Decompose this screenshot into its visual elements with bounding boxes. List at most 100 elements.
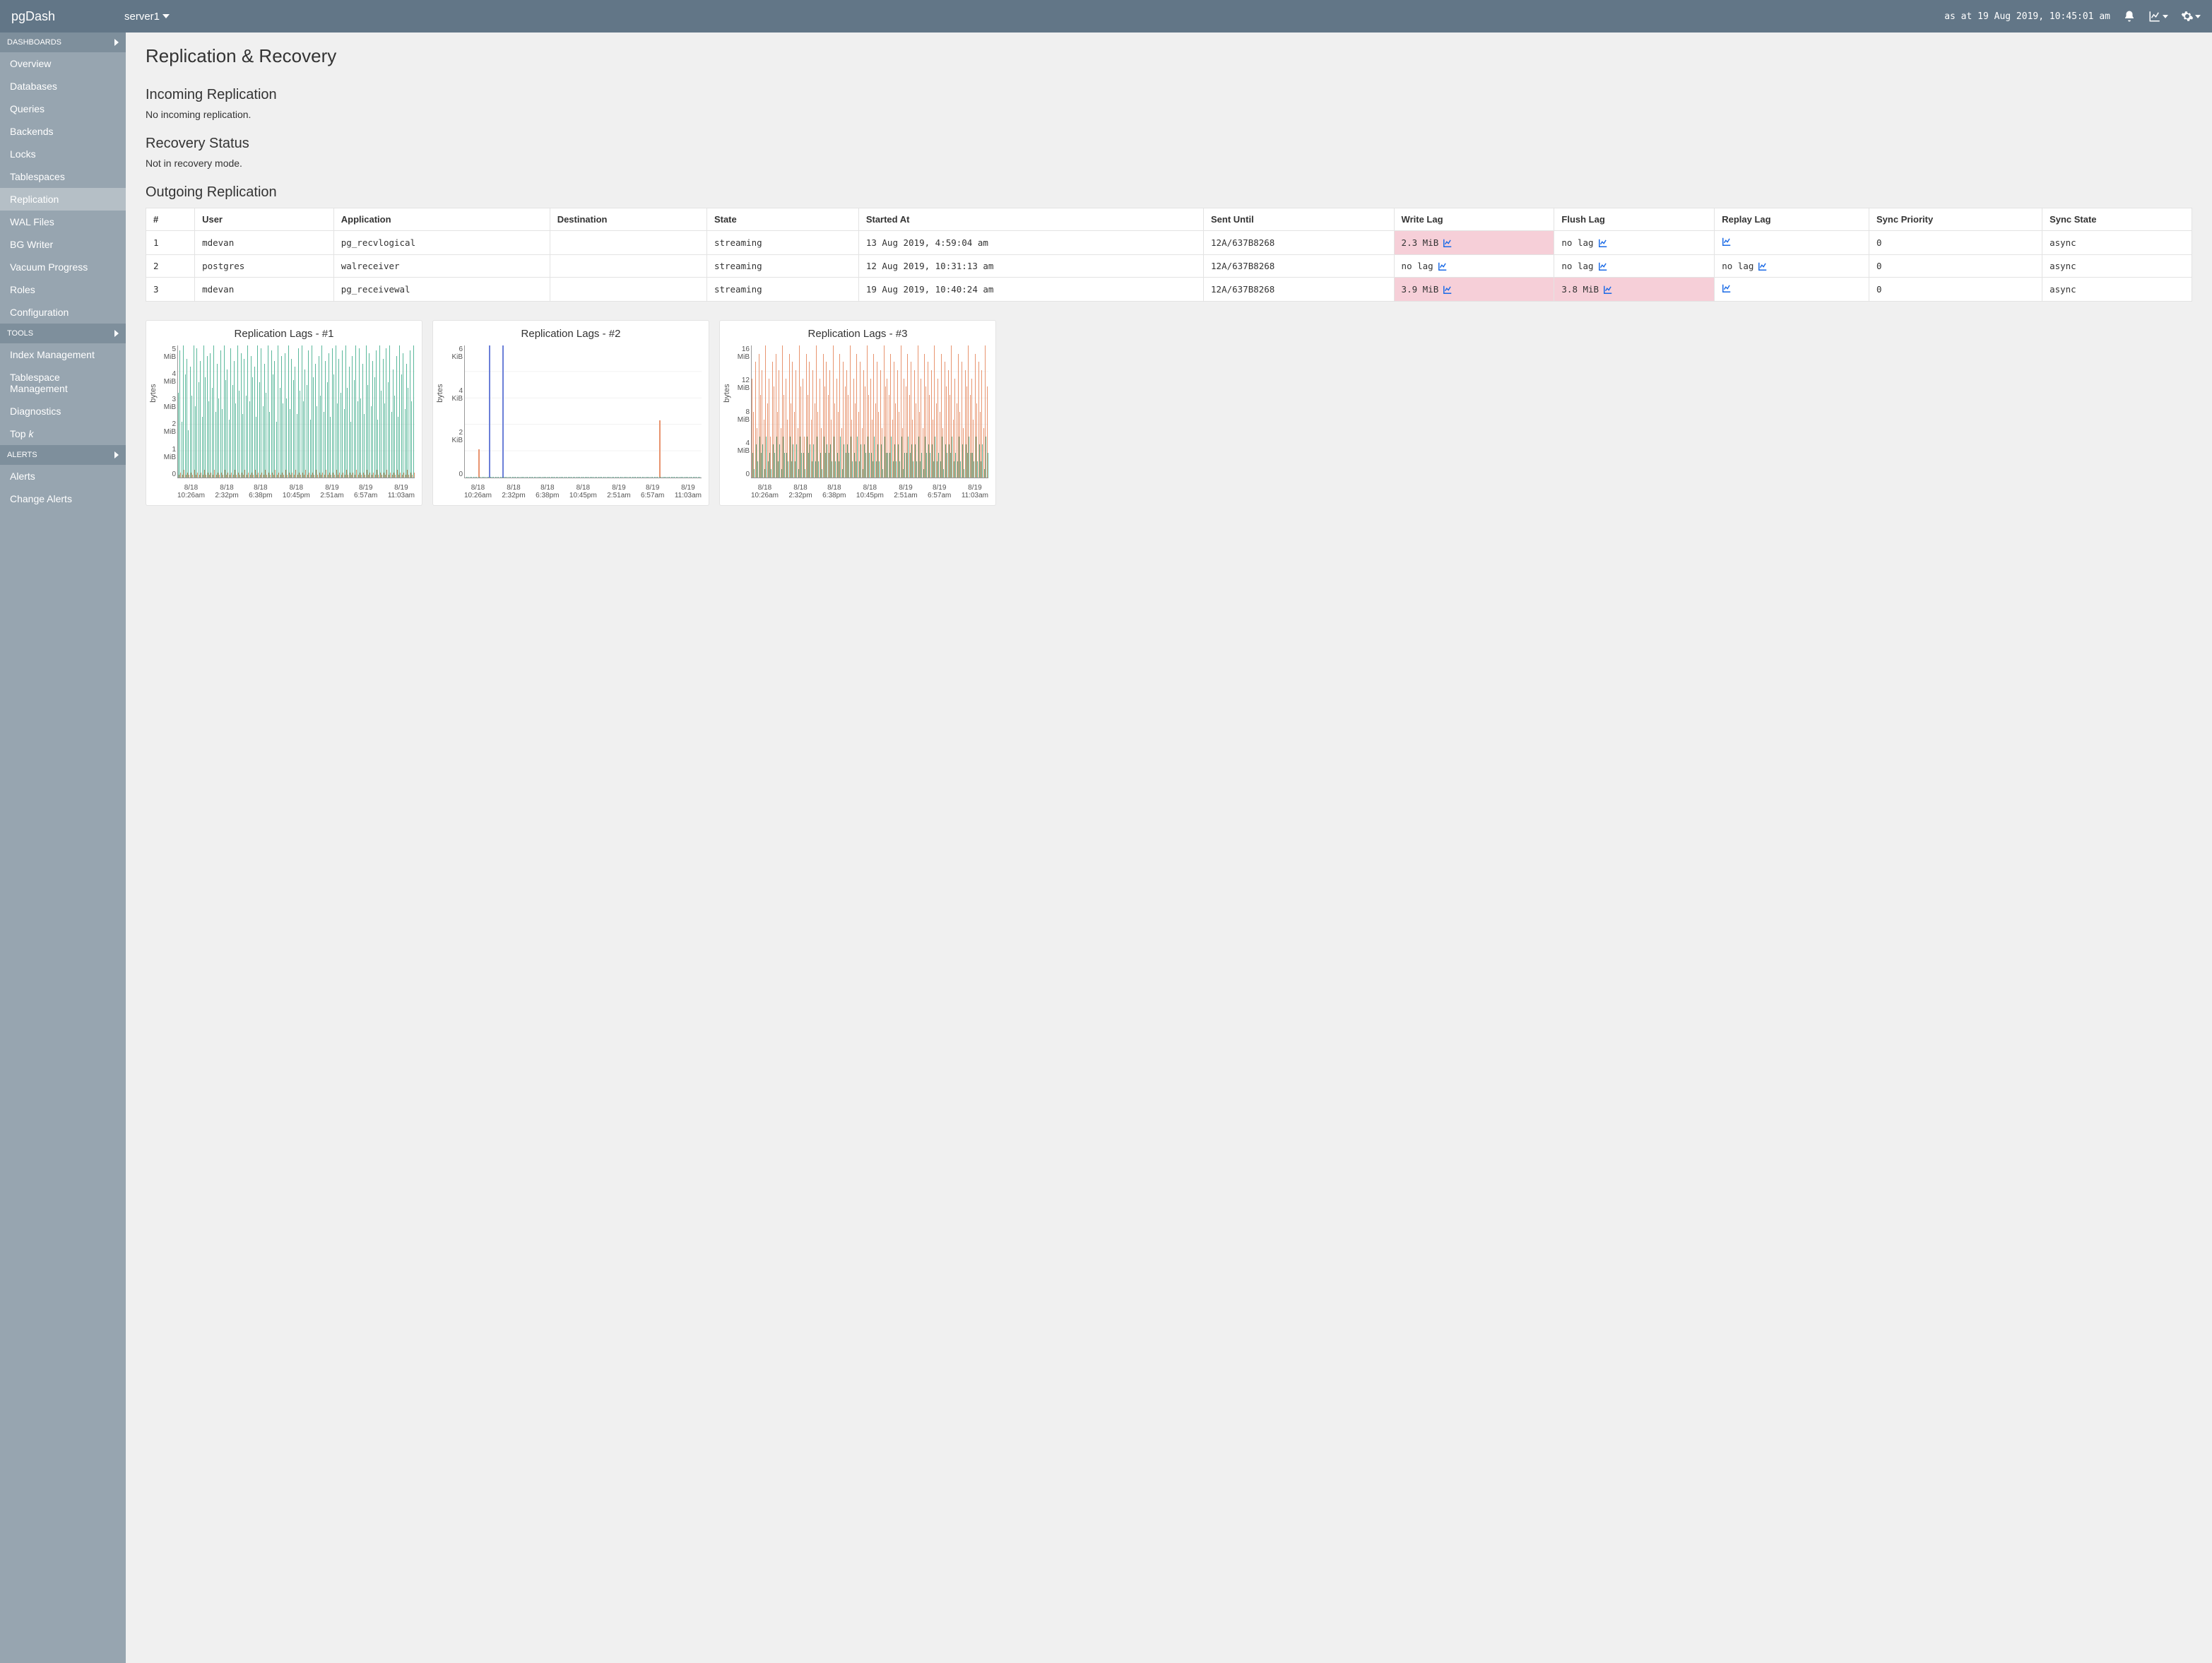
recovery-text: Not in recovery mode. [146, 158, 2192, 169]
sidebar-item[interactable]: Roles [0, 278, 126, 301]
lag-cell: no lag [1394, 255, 1554, 278]
chart-line-icon[interactable] [1758, 261, 1768, 271]
chart-line-icon[interactable] [1603, 285, 1613, 295]
sidebar-section-head[interactable]: ALERTS [0, 445, 126, 465]
table-cell: async [2042, 278, 2192, 302]
sidebar-section-head[interactable]: TOOLS [0, 324, 126, 343]
incoming-heading: Incoming Replication [146, 87, 2192, 103]
table-cell: 19 Aug 2019, 10:40:24 am [858, 278, 1203, 302]
lag-value: 3.8 MiB [1561, 284, 1599, 295]
chart-card: Replication Lags - #1bytes5MiB4MiB3MiB2M… [146, 320, 422, 506]
chart-card: Replication Lags - #3bytes16MiB12MiB8MiB… [719, 320, 996, 506]
server-select[interactable]: server1 [124, 11, 170, 23]
table-cell: 0 [1869, 278, 2042, 302]
chart-card: Replication Lags - #2bytes6KiB4KiB2KiB08… [432, 320, 709, 506]
table-cell [550, 255, 706, 278]
sidebar-section-head[interactable]: DASHBOARDS [0, 32, 126, 52]
sidebar-item[interactable]: Locks [0, 143, 126, 165]
table-cell: streaming [706, 278, 858, 302]
sidebar-item[interactable]: Index Management [0, 343, 126, 366]
table-row: 1mdevanpg_recvlogicalstreaming13 Aug 201… [146, 231, 2192, 255]
table-cell: async [2042, 231, 2192, 255]
table-cell: pg_receivewal [333, 278, 550, 302]
table-cell: 12A/637B8268 [1204, 278, 1395, 302]
table-header: Sync State [2042, 208, 2192, 231]
table-cell: 0 [1869, 255, 2042, 278]
chart-yticks: 16MiB12MiB8MiB4MiB0 [727, 345, 750, 478]
table-cell: streaming [706, 231, 858, 255]
lag-value: no lag [1561, 237, 1593, 248]
chevron-right-icon [114, 330, 119, 337]
table-cell: postgres [195, 255, 334, 278]
table-cell: 12 Aug 2019, 10:31:13 am [858, 255, 1203, 278]
table-row: 3mdevanpg_receivewalstreaming19 Aug 2019… [146, 278, 2192, 302]
sidebar-item[interactable]: Change Alerts [0, 487, 126, 510]
chart-xticks: 8/1810:26am8/182:32pm8/186:38pm8/1810:45… [433, 483, 709, 505]
table-cell: mdevan [195, 278, 334, 302]
topbar-right: as at 19 Aug 2019, 10:45:01 am [1944, 10, 2201, 23]
table-cell: 12A/637B8268 [1204, 255, 1395, 278]
table-cell: 0 [1869, 231, 2042, 255]
chart-line-icon[interactable] [1443, 238, 1453, 248]
chart-xticks: 8/1810:26am8/182:32pm8/186:38pm8/1810:45… [720, 483, 995, 505]
table-header: Replay Lag [1715, 208, 1869, 231]
lag-cell: 3.9 MiB [1394, 278, 1554, 302]
lag-value: 3.9 MiB [1402, 284, 1439, 295]
chart-body: bytes16MiB12MiB8MiB4MiB0 [720, 341, 995, 483]
table-cell: 12A/637B8268 [1204, 231, 1395, 255]
brand: pgDash [11, 9, 124, 24]
sidebar-item[interactable]: WAL Files [0, 211, 126, 233]
gear-icon[interactable] [2181, 10, 2201, 23]
table-header: Sent Until [1204, 208, 1395, 231]
lag-cell: no lag [1715, 255, 1869, 278]
chevron-right-icon [114, 39, 119, 46]
caret-down-icon [2195, 15, 2201, 18]
chart-grid: Replication Lags - #1bytes5MiB4MiB3MiB2M… [146, 320, 2192, 506]
sidebar-item[interactable]: Replication [0, 188, 126, 211]
chart-plot [464, 345, 702, 478]
sidebar-item[interactable]: Backends [0, 120, 126, 143]
lag-value: 2.3 MiB [1402, 237, 1439, 248]
sidebar-item[interactable]: Vacuum Progress [0, 256, 126, 278]
sidebar-item[interactable]: Tablespaces [0, 165, 126, 188]
chart-line-icon[interactable] [1598, 238, 1608, 248]
lag-value: no lag [1561, 261, 1593, 271]
sidebar-item[interactable]: Overview [0, 52, 126, 75]
table-cell: pg_recvlogical [333, 231, 550, 255]
bell-icon[interactable] [2123, 10, 2136, 23]
sidebar-section-label: DASHBOARDS [7, 38, 61, 47]
sidebar-item[interactable]: Queries [0, 97, 126, 120]
sidebar-item[interactable]: Databases [0, 75, 126, 97]
lag-cell [1715, 278, 1869, 302]
chart-yticks: 6KiB4KiB2KiB0 [440, 345, 463, 478]
table-cell: 2 [146, 255, 195, 278]
lag-value: no lag [1722, 261, 1753, 271]
sidebar-section-label: TOOLS [7, 329, 33, 338]
sidebar-item[interactable]: Diagnostics [0, 400, 126, 422]
sidebar-item[interactable]: Tablespace Management [0, 366, 126, 400]
chart-body: bytes6KiB4KiB2KiB0 [433, 341, 709, 483]
chart-body: bytes5MiB4MiB3MiB2MiB1MiB0 [146, 341, 422, 483]
sidebar-item[interactable]: Top k [0, 422, 126, 445]
lag-cell: no lag [1554, 255, 1715, 278]
lag-cell: 2.3 MiB [1394, 231, 1554, 255]
lag-value: no lag [1402, 261, 1433, 271]
chart-icon[interactable] [2148, 10, 2168, 23]
sidebar-section-label: ALERTS [7, 451, 37, 459]
chart-line-icon[interactable] [1598, 261, 1608, 271]
caret-down-icon [162, 14, 170, 18]
lag-cell [1715, 231, 1869, 255]
chart-line-icon[interactable] [1722, 237, 1732, 247]
chart-line-icon[interactable] [1438, 261, 1448, 271]
sidebar-item[interactable]: Alerts [0, 465, 126, 487]
chart-line-icon[interactable] [1443, 285, 1453, 295]
sidebar-item[interactable]: Configuration [0, 301, 126, 324]
chart-line-icon[interactable] [1722, 283, 1732, 293]
chevron-right-icon [114, 451, 119, 458]
caret-down-icon [2163, 15, 2168, 18]
sidebar-item[interactable]: BG Writer [0, 233, 126, 256]
chart-plot [177, 345, 415, 478]
sidebar: DASHBOARDS OverviewDatabasesQueriesBacken… [0, 32, 126, 1663]
table-cell: streaming [706, 255, 858, 278]
page-title: Replication & Recovery [146, 45, 2192, 67]
